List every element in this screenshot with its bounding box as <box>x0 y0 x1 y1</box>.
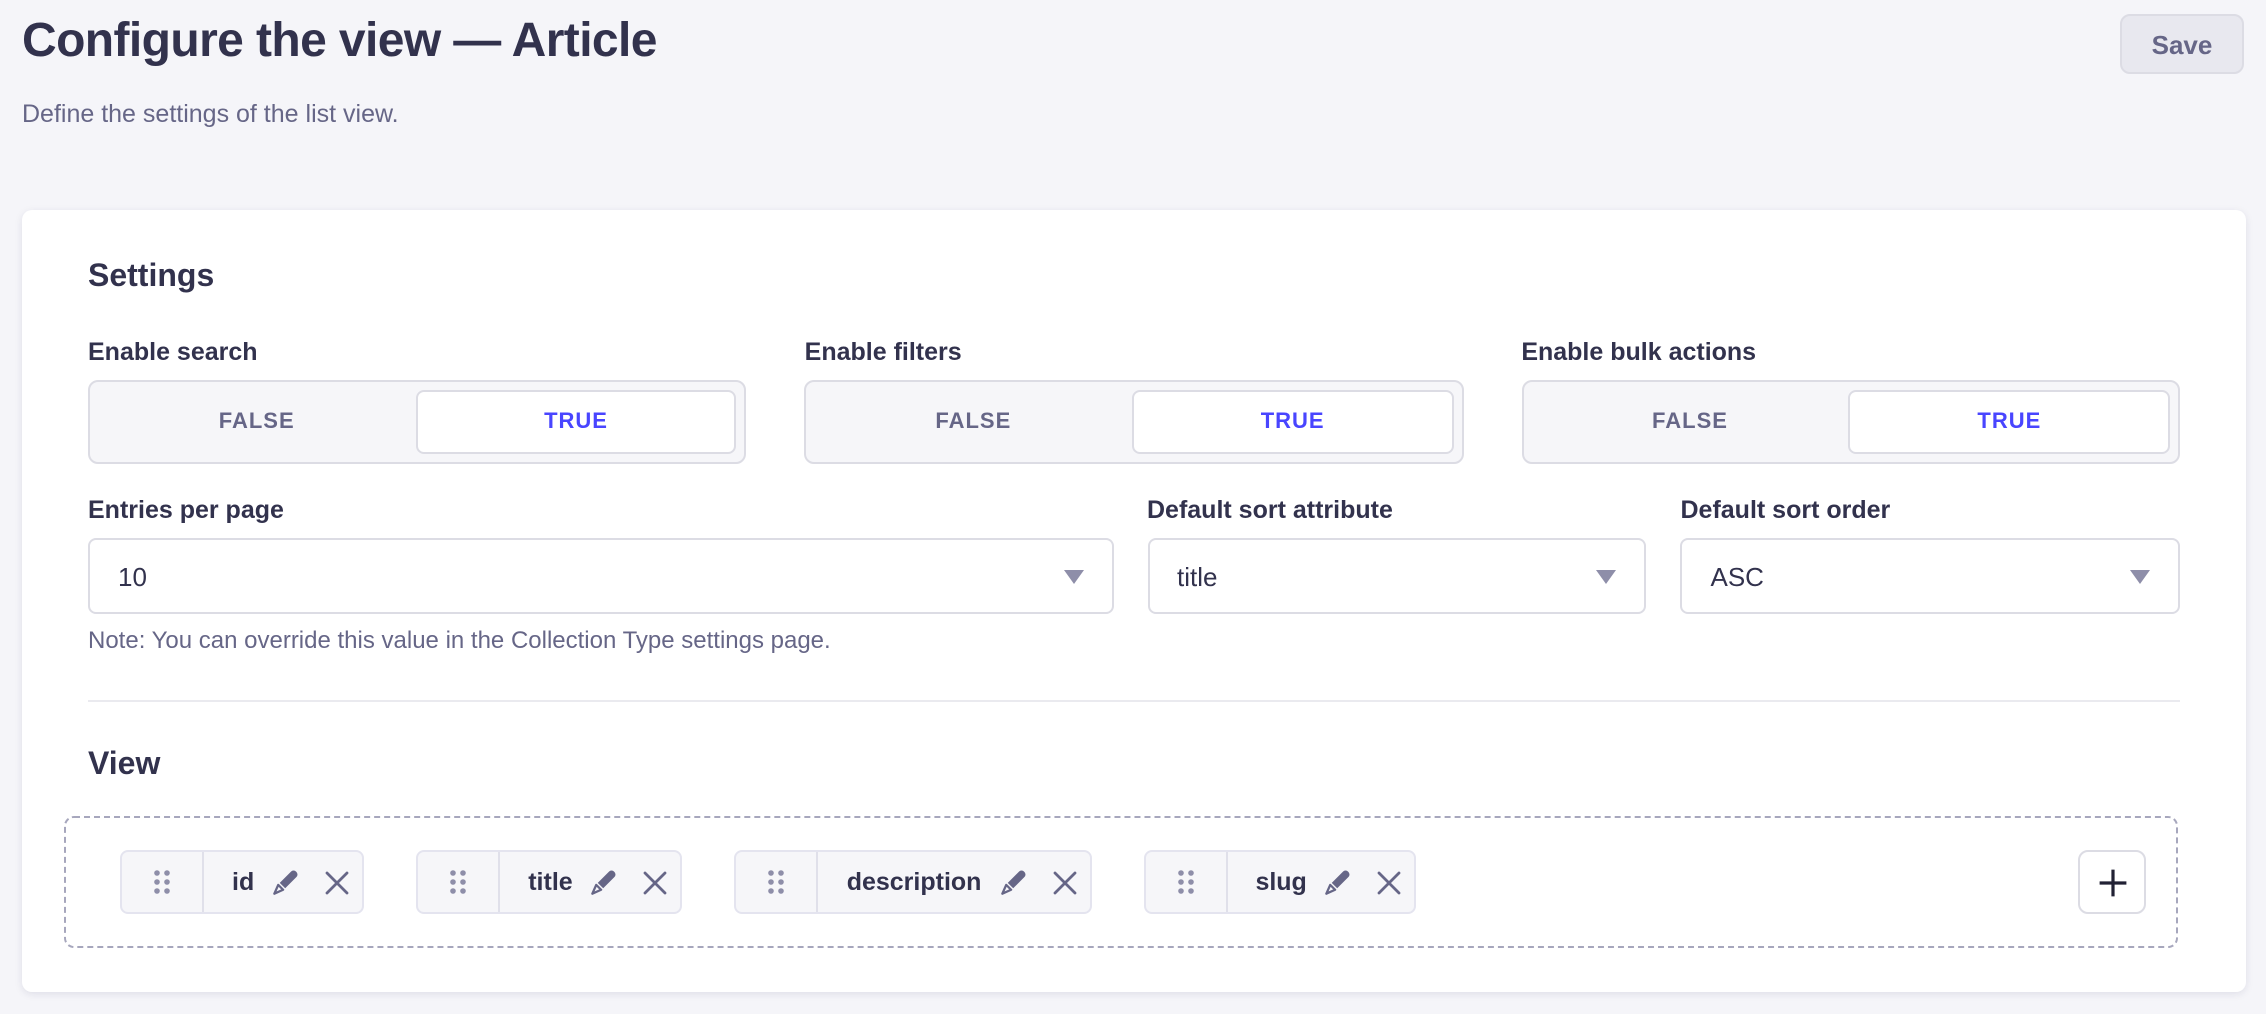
page-header: Configure the view — Article Define the … <box>0 0 2266 130</box>
default-sort-order-field: Default sort order ASC <box>1681 496 2181 656</box>
default-sort-order-value: ASC <box>1711 561 1764 591</box>
edit-icon[interactable] <box>589 867 619 897</box>
enable-filters-false-option[interactable]: FALSE <box>815 390 1132 454</box>
chevron-down-icon <box>1063 570 1083 584</box>
toggle-row: Enable search FALSE TRUE Enable filters … <box>88 338 2180 464</box>
drag-handle-icon[interactable] <box>122 852 204 912</box>
field-pill-id[interactable]: id <box>120 850 364 914</box>
field-list-drop-area: id <box>64 816 2178 948</box>
enable-bulk-actions-label: Enable bulk actions <box>1521 338 2180 368</box>
field-pill-description[interactable]: description <box>735 850 1092 914</box>
save-button[interactable]: Save <box>2120 14 2244 74</box>
enable-filters-true-option[interactable]: TRUE <box>1132 390 1453 454</box>
edit-icon[interactable] <box>270 867 300 897</box>
page-title: Configure the view — Article <box>22 12 2244 72</box>
close-icon[interactable] <box>324 869 350 895</box>
default-sort-order-label: Default sort order <box>1681 496 2181 526</box>
plus-icon <box>2097 867 2127 897</box>
entries-per-page-label: Entries per page <box>88 496 1113 526</box>
enable-search-toggle[interactable]: FALSE TRUE <box>88 380 747 464</box>
enable-bulk-actions-toggle[interactable]: FALSE TRUE <box>1521 380 2180 464</box>
entries-per-page-field: Entries per page 10 Note: You can overri… <box>88 496 1113 656</box>
field-pill-label: slug <box>1255 868 1306 896</box>
settings-section: Settings Enable search FALSE TRUE Enable… <box>22 210 2246 656</box>
close-icon[interactable] <box>643 869 669 895</box>
edit-icon[interactable] <box>1323 867 1353 897</box>
enable-bulk-actions-true-option[interactable]: TRUE <box>1849 390 2170 454</box>
add-field-button[interactable] <box>2078 850 2146 914</box>
enable-filters-label: Enable filters <box>805 338 1464 368</box>
view-section: View id <box>22 702 2246 992</box>
select-row: Entries per page 10 Note: You can overri… <box>88 496 2180 656</box>
entries-per-page-value: 10 <box>118 561 147 591</box>
close-icon[interactable] <box>1051 869 1077 895</box>
view-heading: View <box>88 750 2178 782</box>
settings-heading: Settings <box>88 262 2180 294</box>
enable-search-field: Enable search FALSE TRUE <box>88 338 747 464</box>
enable-search-label: Enable search <box>88 338 747 368</box>
default-sort-attribute-label: Default sort attribute <box>1147 496 1647 526</box>
enable-bulk-actions-field: Enable bulk actions FALSE TRUE <box>1521 338 2180 464</box>
default-sort-order-select[interactable]: ASC <box>1681 538 2181 614</box>
field-pill-slug[interactable]: slug <box>1143 850 1416 914</box>
edit-icon[interactable] <box>997 867 1027 897</box>
field-pill-label: id <box>232 868 254 896</box>
enable-search-true-option[interactable]: TRUE <box>415 390 736 454</box>
drag-handle-icon[interactable] <box>737 852 819 912</box>
default-sort-attribute-field: Default sort attribute title <box>1147 496 1647 656</box>
entries-per-page-select[interactable]: 10 <box>88 538 1113 614</box>
enable-search-false-option[interactable]: FALSE <box>98 390 415 454</box>
page: Configure the view — Article Define the … <box>0 0 2266 1014</box>
enable-filters-field: Enable filters FALSE TRUE <box>805 338 1464 464</box>
close-icon[interactable] <box>1377 869 1403 895</box>
chevron-down-icon <box>2130 570 2150 584</box>
field-pill-label: title <box>528 868 572 896</box>
configure-view-card: Settings Enable search FALSE TRUE Enable… <box>22 210 2246 992</box>
enable-filters-toggle[interactable]: FALSE TRUE <box>805 380 1464 464</box>
entries-per-page-note: Note: You can override this value in the… <box>88 626 1113 656</box>
enable-bulk-actions-false-option[interactable]: FALSE <box>1531 390 1848 454</box>
field-pill-title[interactable]: title <box>416 850 682 914</box>
drag-handle-icon[interactable] <box>418 852 500 912</box>
page-subtitle: Define the settings of the list view. <box>22 98 2244 130</box>
chevron-down-icon <box>1597 570 1617 584</box>
default-sort-attribute-select[interactable]: title <box>1147 538 1647 614</box>
drag-handle-icon[interactable] <box>1145 852 1227 912</box>
default-sort-attribute-value: title <box>1177 561 1217 591</box>
field-pill-label: description <box>847 868 982 896</box>
